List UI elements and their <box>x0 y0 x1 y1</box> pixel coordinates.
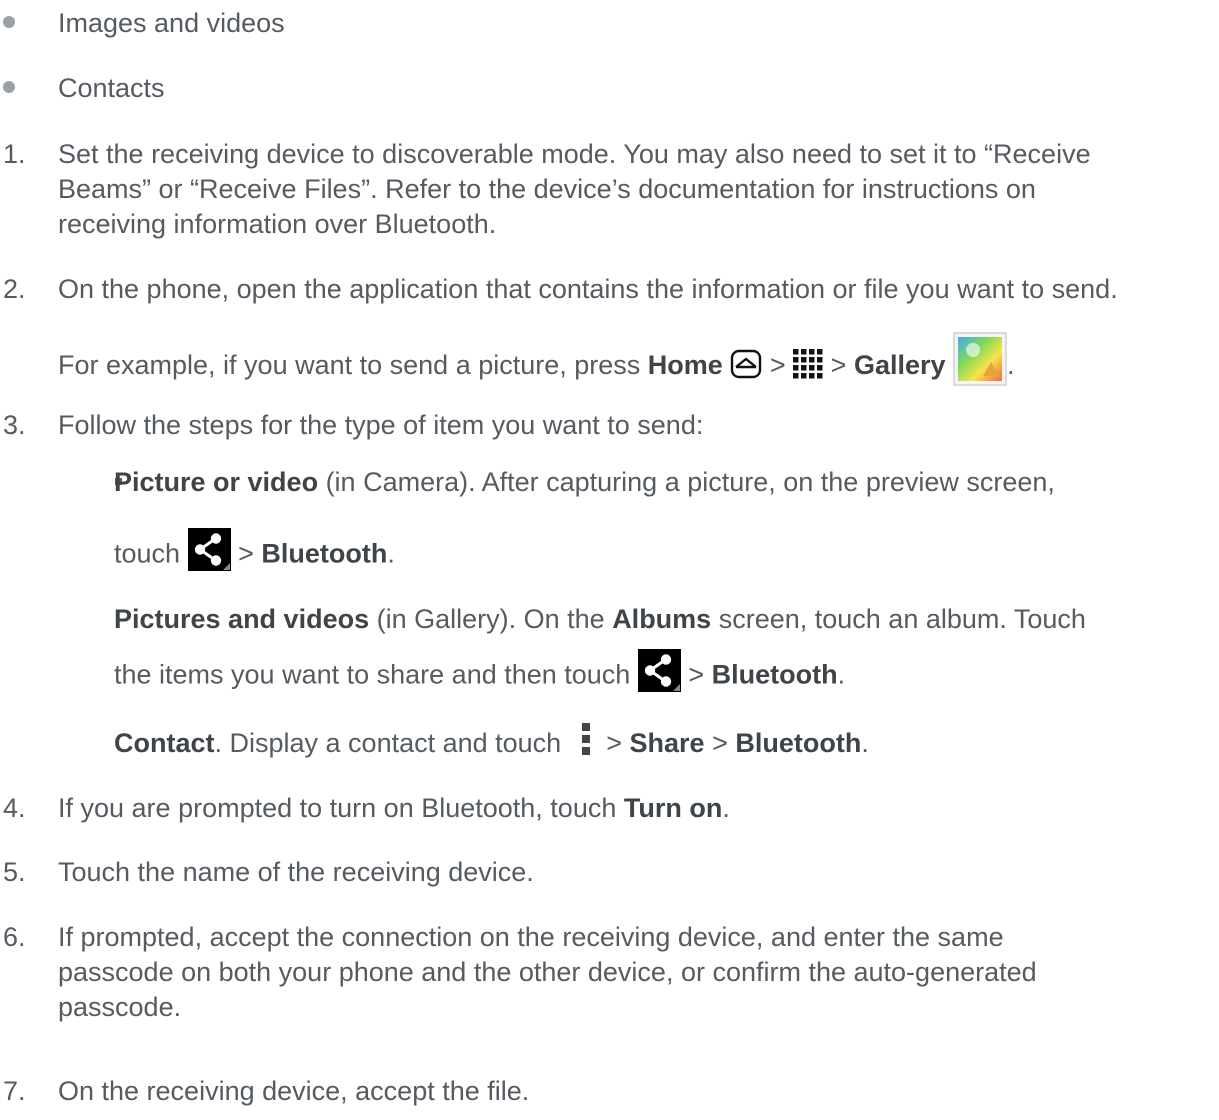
step-number: 7. <box>3 1076 26 1106</box>
substep-picture-line-1: Picture or video (in Camera). After capt… <box>114 466 1055 498</box>
albums-label: Albums <box>612 604 712 634</box>
step-number: 2. <box>3 274 26 304</box>
step-6-line-2: passcode on both your phone and the othe… <box>58 957 1037 987</box>
bluetooth-label: Bluetooth <box>711 659 838 690</box>
share-label: Share <box>629 728 705 759</box>
substep-title: Picture or video <box>114 467 319 497</box>
substep-title: Pictures and videos <box>114 604 370 634</box>
bullet-marker <box>3 81 15 93</box>
substep-text: screen, touch an album. Touch <box>711 604 1086 634</box>
step-2-line-1: On the phone, open the application that … <box>58 274 1118 304</box>
separator: > <box>769 350 786 381</box>
substep-pictures-line-2: the items you want to share and then tou… <box>114 649 846 698</box>
step-3-text: Follow the steps for the type of item yo… <box>58 410 704 440</box>
apps-grid-icon <box>793 349 823 379</box>
step-2-prefix: For example, if you want to send a pictu… <box>58 350 648 381</box>
bullet-item-images: Images and videos <box>58 8 285 38</box>
share-icon[interactable] <box>187 528 231 571</box>
substep-prefix: touch <box>114 538 181 569</box>
substep-text: (in Gallery). On the <box>369 604 613 634</box>
separator: > <box>688 659 705 690</box>
bluetooth-label: Bluetooth <box>261 538 388 569</box>
step-6-line-3: passcode. <box>58 992 182 1022</box>
document-page: Images and videos Contacts 1. Set the re… <box>0 0 1219 1120</box>
separator: > <box>712 728 728 759</box>
step-2-line-2: For example, if you want to send a pictu… <box>58 332 1015 394</box>
home-label: Home <box>647 350 723 381</box>
substep-pictures-line-1: Pictures and videos (in Gallery). On the… <box>114 603 1086 635</box>
substep-contact-line: Contact. Display a contact and touch > S… <box>114 723 869 765</box>
step-7-text: On the receiving device, accept the file… <box>58 1076 530 1106</box>
step-5-text: Touch the name of the receiving device. <box>58 857 534 887</box>
bullet-item-contacts: Contacts <box>58 73 165 103</box>
turn-on-label: Turn on <box>623 793 723 823</box>
gallery-icon <box>953 332 1007 386</box>
period: . <box>387 538 395 569</box>
period: . <box>861 728 869 759</box>
step-number: 4. <box>3 793 26 823</box>
period: . <box>837 659 846 690</box>
substep-prefix: the items you want to share and then tou… <box>114 659 638 690</box>
step-number: 6. <box>3 922 26 952</box>
separator: > <box>830 350 847 381</box>
step-6-line-1: If prompted, accept the connection on th… <box>58 922 1004 952</box>
step-number: 1. <box>3 139 26 169</box>
gallery-label: Gallery <box>853 350 946 381</box>
step-4-prefix: If you are prompted to turn on Bluetooth… <box>58 793 624 823</box>
step-1-line-3: receiving information over Bluetooth. <box>58 209 497 239</box>
step-4-text: If you are prompted to turn on Bluetooth… <box>58 792 730 824</box>
step-1-line-1: Set the receiving device to discoverable… <box>58 139 1091 169</box>
bluetooth-label: Bluetooth <box>735 728 862 759</box>
separator: > <box>238 538 254 569</box>
period: . <box>1007 350 1015 381</box>
period: . <box>722 793 730 823</box>
substep-picture-line-2: touch > Bluetooth. <box>114 528 395 577</box>
separator: > <box>606 728 623 759</box>
step-number: 5. <box>3 857 26 887</box>
substep-text: . Display a contact and touch <box>214 728 569 759</box>
step-1-line-2: Beams” or “Receive Files”. Refer to the … <box>58 174 1036 204</box>
home-icon <box>731 349 762 379</box>
step-number: 3. <box>3 410 26 440</box>
share-icon[interactable] <box>637 649 681 692</box>
menu-icon[interactable] <box>579 719 593 759</box>
substep-text: (in Camera). After capturing a picture, … <box>318 467 1055 497</box>
bullet-marker <box>3 16 15 28</box>
substep-title: Contact <box>114 728 215 759</box>
